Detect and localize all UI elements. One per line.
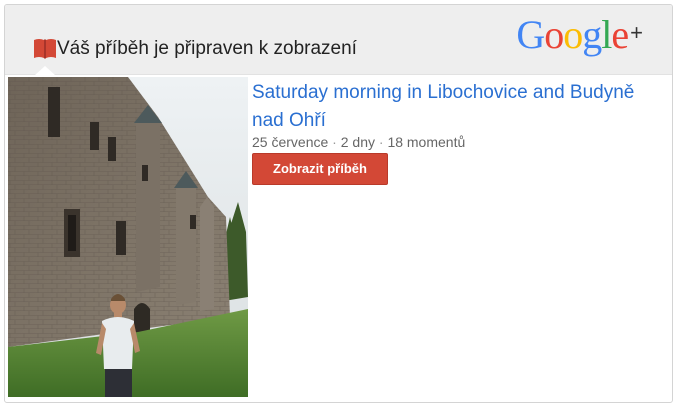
google-plus-logo: Google+ — [516, 12, 643, 57]
header-title: Váš příběh je připraven k zobrazení — [57, 38, 357, 59]
story-meta: 25 července · 2 dny · 18 momentů — [252, 134, 465, 150]
book-icon — [34, 39, 56, 59]
meta-separator: · — [378, 134, 384, 150]
meta-separator: · — [332, 134, 337, 150]
story-cover-photo[interactable] — [8, 77, 248, 397]
castle-photo-illustration — [8, 77, 248, 397]
header-notch — [35, 66, 55, 75]
story-moments-count: 18 momentů — [387, 134, 466, 150]
story-card: Váš příběh je připraven k zobrazení Goog… — [4, 4, 673, 403]
story-title-link[interactable]: Saturday morning in Libochovice and Budy… — [252, 79, 662, 135]
view-story-button[interactable]: Zobrazit příběh — [252, 153, 388, 185]
card-header: Váš příběh je připraven k zobrazení Goog… — [5, 5, 672, 75]
story-duration: 2 dny — [340, 134, 375, 150]
story-date: 25 července — [252, 134, 329, 150]
